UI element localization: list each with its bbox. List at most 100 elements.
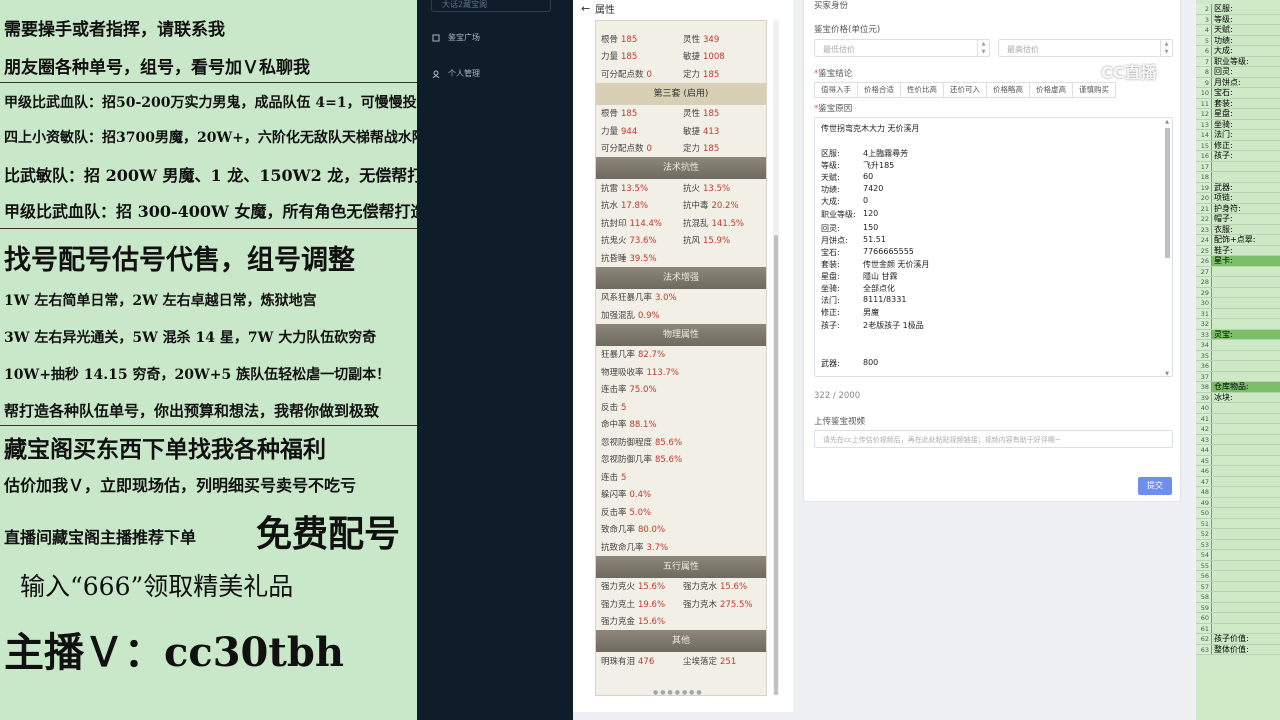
sheet-cell[interactable]: 鞋子: xyxy=(1211,245,1280,255)
sheet-cell[interactable] xyxy=(1211,476,1280,486)
sheet-cell[interactable]: 区服: xyxy=(1211,4,1280,14)
sheet-row[interactable]: 56 xyxy=(1196,571,1280,582)
sheet-cell[interactable] xyxy=(1211,403,1280,413)
sheet-cell[interactable] xyxy=(1211,466,1280,476)
sheet-cell[interactable]: 仓库物品: xyxy=(1211,382,1280,392)
sheet-cell[interactable]: 回灵: xyxy=(1211,67,1280,77)
sheet-row[interactable]: 62 孩子价值: xyxy=(1196,634,1280,645)
sheet-row[interactable]: 61 xyxy=(1196,623,1280,634)
sheet-cell[interactable] xyxy=(1211,161,1280,171)
sheet-cell[interactable] xyxy=(1211,550,1280,560)
sheet-cell[interactable]: 套装: xyxy=(1211,98,1280,108)
sheet-cell[interactable] xyxy=(1211,455,1280,465)
conclusion-tag[interactable]: 价格合适 xyxy=(857,82,901,98)
scrollbar-thumb[interactable] xyxy=(774,235,778,695)
conclusion-tag[interactable]: 谨慎购买 xyxy=(1072,82,1116,98)
sheet-cell[interactable] xyxy=(1211,434,1280,444)
sheet-row[interactable]: 23 衣服: xyxy=(1196,224,1280,235)
sheet-cell[interactable]: 孩子: xyxy=(1211,151,1280,161)
sheet-cell[interactable]: 武器: xyxy=(1211,182,1280,192)
min-price-input[interactable]: 最低估价 ▲ ▼ xyxy=(814,39,990,57)
sheet-cell[interactable]: 宝石: xyxy=(1211,88,1280,98)
scroll-down-icon[interactable]: ▼ xyxy=(1163,371,1171,376)
sheet-cell[interactable]: 坐骑: xyxy=(1211,119,1280,129)
sheet-row[interactable]: 58 xyxy=(1196,592,1280,603)
sheet-row[interactable]: 5 功绩: xyxy=(1196,35,1280,46)
stepper-icon[interactable]: ▲ ▼ xyxy=(1160,40,1172,56)
sheet-cell[interactable]: 大成: xyxy=(1211,46,1280,56)
sheet-cell[interactable] xyxy=(1211,623,1280,633)
sheet-cell[interactable]: 修正: xyxy=(1211,140,1280,150)
sheet-row[interactable]: 35 xyxy=(1196,350,1280,361)
sheet-cell[interactable] xyxy=(1211,539,1280,549)
conclusion-tag[interactable]: 还价可入 xyxy=(943,82,987,98)
sheet-row[interactable]: 12 星盘: xyxy=(1196,109,1280,120)
sheet-cell[interactable] xyxy=(1211,613,1280,623)
sheet-row[interactable]: 34 xyxy=(1196,340,1280,351)
reason-textarea[interactable]: 传世拐弯克木大力 无价溪月 区服: 4上臨霧尋芳 等级: 飞升185 天赋: 60 功绩: 7… xyxy=(814,117,1173,377)
sheet-cell[interactable]: 功绩: xyxy=(1211,35,1280,45)
sheet-cell[interactable]: 灵宝: xyxy=(1211,329,1280,339)
sheet-cell[interactable] xyxy=(1211,518,1280,528)
sheet-cell[interactable]: 衣服: xyxy=(1211,224,1280,234)
attribute-list[interactable]: 根骨 185 灵性 349 力量 185 敏捷 1008 可分配点数 0 定力 185 第三套 (启用)… xyxy=(595,20,767,696)
conclusion-tag[interactable]: 值得入手 xyxy=(814,82,858,98)
sheet-cell[interactable] xyxy=(1211,298,1280,308)
sheet-row[interactable]: 57 xyxy=(1196,581,1280,592)
sheet-cell[interactable]: 等级: xyxy=(1211,14,1280,24)
sheet-cell[interactable]: 天赋: xyxy=(1211,25,1280,35)
sheet-row[interactable]: 8 回灵: xyxy=(1196,67,1280,78)
sheet-row[interactable]: 52 xyxy=(1196,529,1280,540)
sheet-cell[interactable] xyxy=(1211,413,1280,423)
sheet-row[interactable]: 18 xyxy=(1196,172,1280,183)
max-price-input[interactable]: 最高估价 ▲ ▼ xyxy=(998,39,1173,57)
sheet-row[interactable]: 63 整体价值: xyxy=(1196,644,1280,655)
sheet-cell[interactable]: 帽子: xyxy=(1211,214,1280,224)
sheet-row[interactable]: 33 灵宝: xyxy=(1196,329,1280,340)
sheet-cell[interactable] xyxy=(1211,497,1280,507)
sheet-row[interactable]: 49 xyxy=(1196,497,1280,508)
sheet-cell[interactable] xyxy=(1211,445,1280,455)
nav-item-personal[interactable]: 个人管理 xyxy=(432,68,480,79)
sheet-cell[interactable]: 月饼点: xyxy=(1211,77,1280,87)
stepper-icon[interactable]: ▲ ▼ xyxy=(977,40,989,56)
sheet-cell[interactable] xyxy=(1211,340,1280,350)
sheet-cell[interactable]: 项链: xyxy=(1211,193,1280,203)
sheet-row[interactable]: 59 xyxy=(1196,602,1280,613)
sheet-row[interactable]: 50 xyxy=(1196,508,1280,519)
sheet-row[interactable]: 60 xyxy=(1196,613,1280,624)
sheet-row[interactable]: 14 法门: xyxy=(1196,130,1280,141)
sheet-row[interactable]: 15 修正: xyxy=(1196,140,1280,151)
sheet-row[interactable]: 47 xyxy=(1196,476,1280,487)
sheet-cell[interactable]: 职业等级: xyxy=(1211,56,1280,66)
sheet-cell[interactable] xyxy=(1211,172,1280,182)
sheet-row[interactable]: 44 xyxy=(1196,445,1280,456)
sheet-row[interactable]: 53 xyxy=(1196,539,1280,550)
sheet-row[interactable]: 21 护身符: xyxy=(1196,203,1280,214)
video-link-input[interactable]: 请先在cc上传估价视频后，再在此处粘贴视频链接；视频内容有助于好评噢~ xyxy=(814,430,1173,448)
sheet-row[interactable]: 51 xyxy=(1196,518,1280,529)
sheet-row[interactable]: 6 大成: xyxy=(1196,46,1280,57)
sheet-row[interactable]: 9 月饼点: xyxy=(1196,77,1280,88)
sheet-row[interactable]: 13 坐骑: xyxy=(1196,119,1280,130)
nav-top-box[interactable]: 大话2藏宝阁 xyxy=(431,0,551,12)
conclusion-tag[interactable]: 性价比高 xyxy=(900,82,944,98)
sheet-cell[interactable] xyxy=(1211,560,1280,570)
sheet-row[interactable]: 22 帽子: xyxy=(1196,214,1280,225)
sheet-cell[interactable] xyxy=(1211,277,1280,287)
sheet-row[interactable]: 41 xyxy=(1196,413,1280,424)
sheet-cell[interactable] xyxy=(1211,371,1280,381)
conclusion-tag[interactable]: 价格略高 xyxy=(986,82,1030,98)
sheet-row[interactable]: 38 仓库物品: xyxy=(1196,382,1280,393)
sheet-row[interactable]: 48 xyxy=(1196,487,1280,498)
sheet-cell[interactable]: 星卡: xyxy=(1211,256,1280,266)
sheet-row[interactable]: 45 xyxy=(1196,455,1280,466)
sheet-cell[interactable] xyxy=(1211,287,1280,297)
sheet-row[interactable]: 3 等级: xyxy=(1196,14,1280,25)
sheet-row[interactable]: 36 xyxy=(1196,361,1280,372)
sheet-row[interactable]: 55 xyxy=(1196,560,1280,571)
sheet-row[interactable]: 11 套装: xyxy=(1196,98,1280,109)
sheet-cell[interactable]: 法门: xyxy=(1211,130,1280,140)
sheet-row[interactable]: 37 xyxy=(1196,371,1280,382)
sheet-row[interactable]: 31 xyxy=(1196,308,1280,319)
